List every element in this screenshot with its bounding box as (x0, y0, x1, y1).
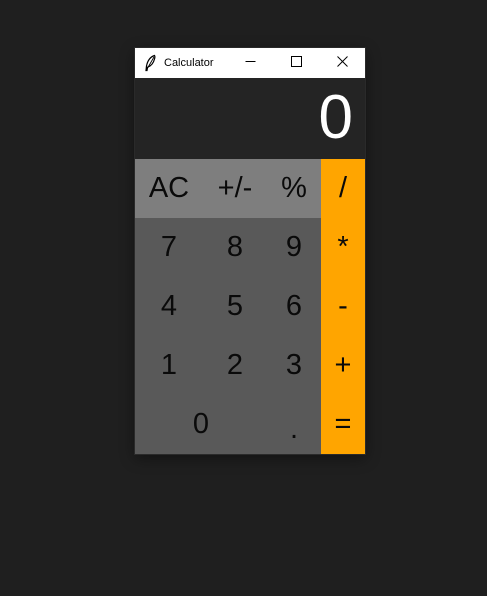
digit-6-button[interactable]: 6 (273, 277, 315, 336)
function-row: AC +/- % (135, 159, 321, 218)
minimize-button[interactable] (227, 48, 273, 78)
maximize-icon (290, 54, 302, 72)
digit-0-button[interactable]: 0 (135, 395, 267, 454)
clear-button[interactable]: AC (145, 159, 193, 218)
multiply-button[interactable]: * (321, 218, 365, 277)
title-bar[interactable]: Calculator (135, 48, 365, 78)
digit-4-button[interactable]: 4 (145, 277, 193, 336)
feather-icon (143, 54, 157, 72)
window-title: Calculator (164, 57, 214, 69)
digit-5-button[interactable]: 5 (209, 277, 261, 336)
decimal-button[interactable]: . (273, 395, 315, 454)
equals-button[interactable]: = (321, 395, 365, 454)
divide-button[interactable]: / (321, 159, 365, 218)
close-button[interactable] (319, 48, 365, 78)
digit-area: 7 8 9 4 5 6 1 2 3 0 . (135, 218, 321, 454)
keypad: AC +/- % 7 8 9 4 5 6 1 2 3 0 . / * - + = (135, 159, 365, 454)
display-value: 0 (318, 83, 353, 152)
subtract-button[interactable]: - (321, 277, 365, 336)
digit-9-button[interactable]: 9 (273, 218, 315, 277)
add-button[interactable]: + (321, 336, 365, 395)
digit-8-button[interactable]: 8 (209, 218, 261, 277)
digit-7-button[interactable]: 7 (145, 218, 193, 277)
digit-1-button[interactable]: 1 (145, 336, 193, 395)
close-icon (336, 54, 348, 72)
maximize-button[interactable] (273, 48, 319, 78)
digit-3-button[interactable]: 3 (273, 336, 315, 395)
result-display: 0 (135, 78, 365, 159)
sign-toggle-button[interactable]: +/- (209, 159, 261, 218)
minimize-icon (245, 54, 256, 72)
digit-2-button[interactable]: 2 (209, 336, 261, 395)
calculator-window: Calculator 0 AC +/- % 7 8 9 4 5 6 1 2 3 … (135, 48, 365, 454)
operator-column: / * - + = (321, 159, 365, 454)
percent-button[interactable]: % (273, 159, 315, 218)
